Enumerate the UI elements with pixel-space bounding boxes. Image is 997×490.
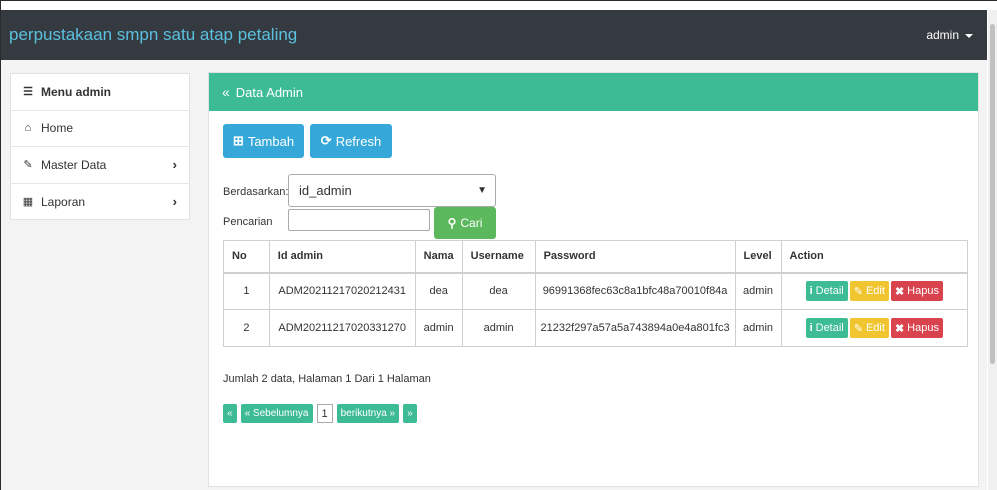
filter-select[interactable]: id_admin ▼ <box>288 174 496 207</box>
sidebar-item-master-data[interactable]: ✎ Master Data › <box>11 147 189 184</box>
column-header: Id admin <box>268 240 416 274</box>
next-page-button[interactable]: berikutnya » <box>336 404 400 423</box>
sidebar-item-label: Master Data <box>41 157 107 172</box>
plus-square-icon: ⊞ <box>232 133 244 148</box>
sidebar-item-label: Laporan <box>41 194 86 209</box>
calendar-icon: ▦ <box>22 196 34 209</box>
search-input[interactable] <box>288 209 430 231</box>
hapus-button[interactable]: ✖ Hapus <box>890 281 943 302</box>
cell-password: 21232f297a57a5a743894a0e4a801fc3 <box>534 309 736 347</box>
home-icon: ⌂ <box>24 122 32 135</box>
column-header: Level <box>734 240 782 274</box>
table-row: 2 ADM20211217020331270 admin admin 21232… <box>223 309 969 347</box>
sidebar: ☰ Menu admin ⌂ Home ✎ Master Data › ▦ La… <box>10 73 190 220</box>
search-icon: ⚲ <box>447 216 457 230</box>
edit-label: Edit <box>865 285 885 298</box>
column-header: Password <box>534 240 736 274</box>
panel-title: Data Admin <box>235 84 303 100</box>
edit-button[interactable]: ✎ Edit <box>849 318 889 338</box>
cell-password: 96991368fec63c8a1bfc48a70010f84a <box>534 272 736 310</box>
detail-button[interactable]: i Detail <box>805 318 848 338</box>
info-icon: i <box>809 322 813 334</box>
top-navbar: perpustakaan smpn satu atap petaling adm… <box>1 10 987 60</box>
table-header-row: No Id admin Nama Username Password Level… <box>223 240 969 274</box>
chevron-down-icon: ▼ <box>477 185 487 196</box>
first-page-button[interactable]: « <box>223 404 237 423</box>
edit-button[interactable]: ✎ Edit <box>849 281 889 302</box>
sidebar-item-laporan[interactable]: ▦ Laporan › <box>11 184 189 221</box>
filter-label: Berdasarkan: <box>223 186 289 198</box>
cell-no: 1 <box>223 272 270 310</box>
detail-label: Detail <box>815 285 844 298</box>
cell-id: ADM20211217020331270 <box>268 309 416 347</box>
column-header: Username <box>461 240 536 274</box>
brand-link[interactable]: perpustakaan smpn satu atap petaling <box>9 25 297 45</box>
sidebar-item-label: Home <box>41 121 74 136</box>
cell-action: i Detail ✎ Edit ✖ Hapus <box>780 272 969 310</box>
cell-id: ADM20211217020212431 <box>268 272 416 310</box>
close-icon: ✖ <box>894 285 905 298</box>
detail-button[interactable]: i Detail <box>805 281 848 302</box>
admin-table: No Id admin Nama Username Password Level… <box>223 240 969 347</box>
table-row: 1 ADM20211217020212431 dea dea 96991368f… <box>223 272 969 310</box>
search-label: Pencarian <box>223 216 273 228</box>
page-scrollbar[interactable] <box>988 10 997 490</box>
pagination-summary: Jumlah 2 data, Halaman 1 Dari 1 Halaman <box>223 373 431 385</box>
cell-level: admin <box>734 309 782 347</box>
chevron-right-icon: › <box>172 157 177 173</box>
cell-level: admin <box>734 272 782 310</box>
current-page: 1 <box>316 404 333 423</box>
sidebar-item-home[interactable]: ⌂ Home <box>11 111 189 147</box>
column-header: No <box>223 240 270 274</box>
tambah-label: Tambah <box>247 133 295 149</box>
cell-username: dea <box>461 272 536 310</box>
detail-label: Detail <box>815 322 844 334</box>
cari-label: Cari <box>460 216 483 230</box>
column-header: Action <box>780 240 969 274</box>
caret-down-icon <box>965 34 973 38</box>
cell-no: 2 <box>223 309 270 347</box>
hapus-label: Hapus <box>907 322 939 334</box>
scrollbar-thumb[interactable] <box>990 24 995 364</box>
edit-icon: ✎ <box>853 285 863 298</box>
hapus-button[interactable]: ✖ Hapus <box>890 318 943 338</box>
refresh-button[interactable]: ⟳ Refresh <box>310 124 392 158</box>
cell-action: i Detail ✎ Edit ✖ Hapus <box>780 309 969 347</box>
prev-page-button[interactable]: « Sebelumnya <box>240 404 313 423</box>
filter-select-value: id_admin <box>299 183 352 198</box>
panel-heading: « Data Admin <box>209 73 978 111</box>
double-chevron-left-icon: « <box>222 84 230 100</box>
refresh-icon: ⟳ <box>320 133 332 148</box>
hapus-label: Hapus <box>907 285 939 298</box>
last-page-button[interactable]: » <box>403 404 417 423</box>
cari-button[interactable]: ⚲ Cari <box>434 207 496 239</box>
chevron-right-icon: › <box>172 194 177 210</box>
sidebar-header-label: Menu admin <box>41 84 112 99</box>
refresh-label: Refresh <box>335 133 382 149</box>
edit-icon: ✎ <box>853 322 863 335</box>
sidebar-header: ☰ Menu admin <box>11 74 189 111</box>
edit-icon: ✎ <box>23 159 33 172</box>
user-menu-label: admin <box>926 28 959 42</box>
user-menu[interactable]: admin <box>926 28 973 42</box>
data-admin-panel: « Data Admin ⊞ Tambah ⟳ Refresh Berdasar… <box>208 72 979 487</box>
column-header: Nama <box>414 240 463 274</box>
cell-username: admin <box>461 309 536 347</box>
info-icon: i <box>809 285 813 298</box>
tambah-button[interactable]: ⊞ Tambah <box>223 124 304 158</box>
close-icon: ✖ <box>894 322 905 335</box>
bars-icon: ☰ <box>23 86 33 99</box>
edit-label: Edit <box>865 322 885 334</box>
cell-nama: dea <box>414 272 463 310</box>
pagination: « « Sebelumnya 1 berikutnya » » <box>223 404 417 423</box>
cell-nama: admin <box>414 309 463 347</box>
